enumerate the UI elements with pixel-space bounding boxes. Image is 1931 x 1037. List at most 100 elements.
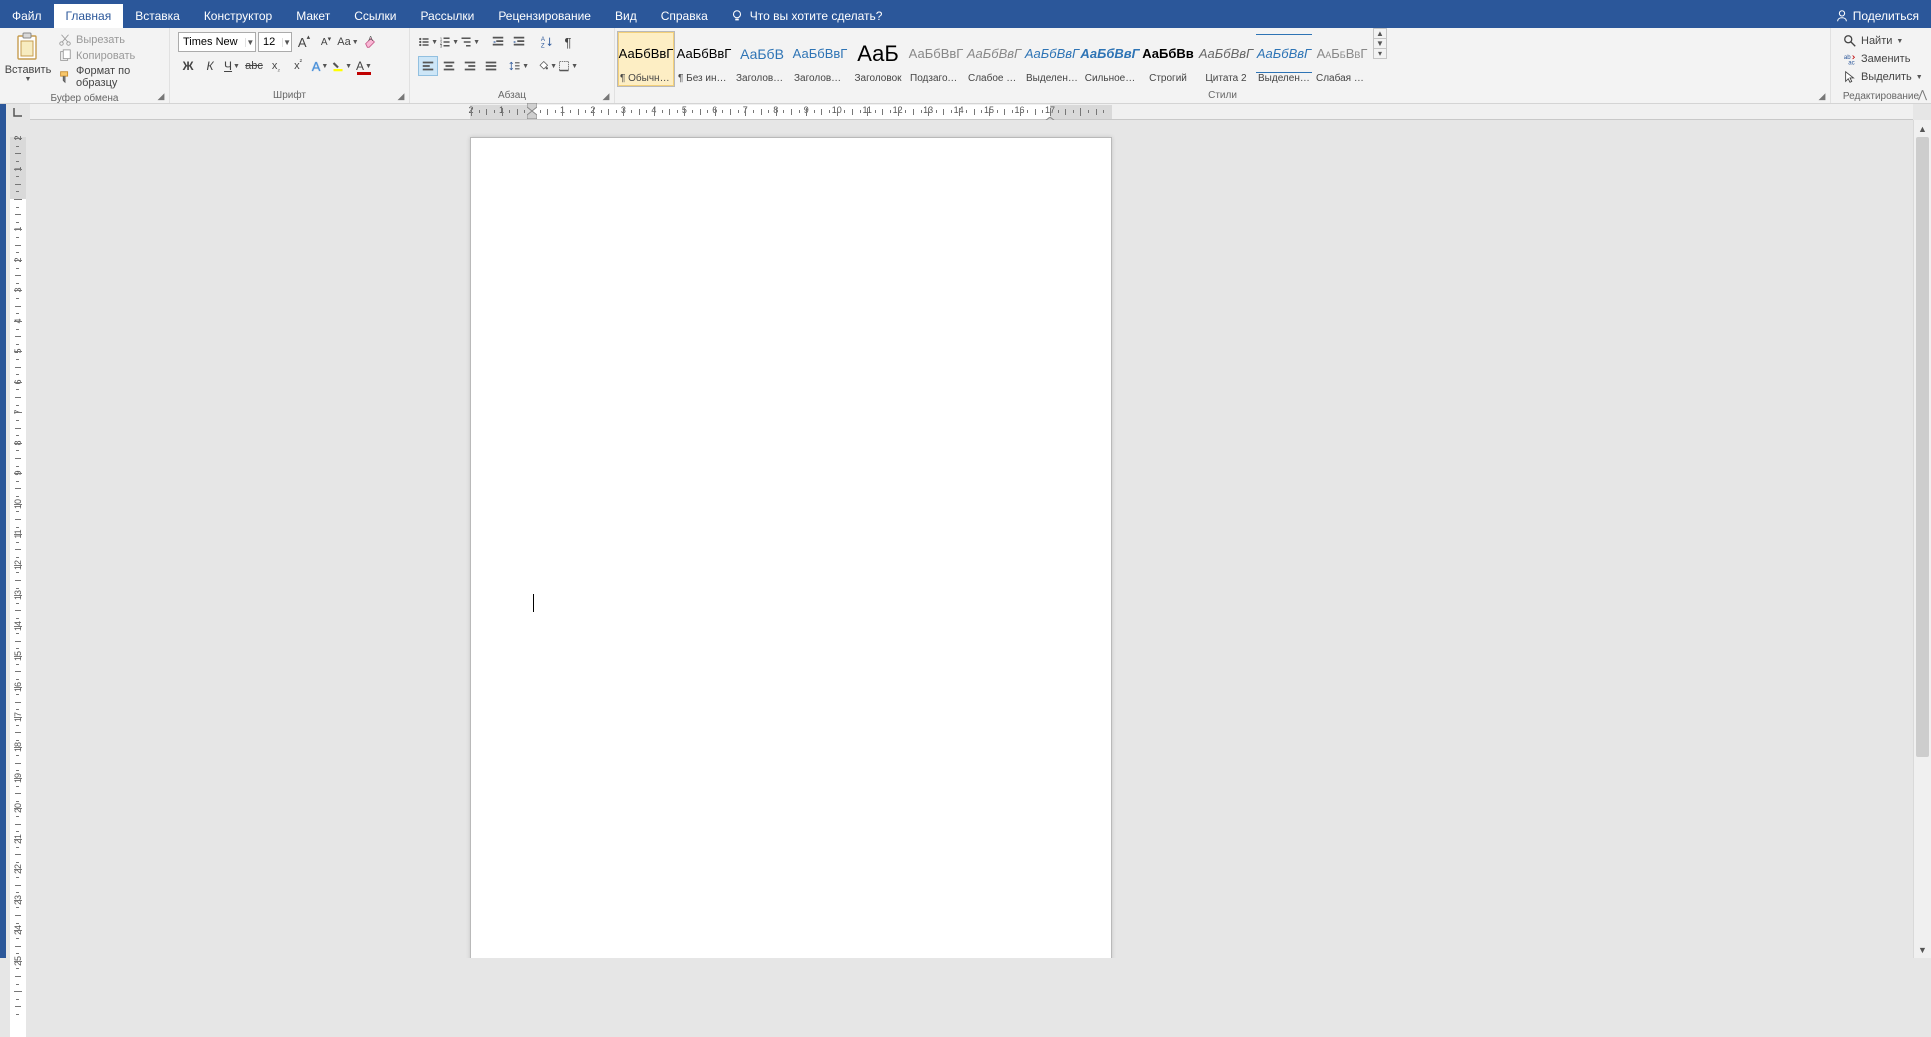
ribbon: Вставить ▼ Вырезать Копировать Формат по… xyxy=(0,28,1931,104)
share-button[interactable]: Поделиться xyxy=(1835,4,1919,28)
align-right-button[interactable] xyxy=(460,56,480,76)
tab-home[interactable]: Главная xyxy=(54,4,124,28)
style-title[interactable]: АаБЗаголовок xyxy=(849,31,907,87)
vertical-ruler[interactable]: 2112345678910111213141516171819202122232… xyxy=(6,120,30,958)
style-label: Цитата 2 xyxy=(1198,73,1254,84)
font-size-input[interactable] xyxy=(259,36,282,48)
tab-references[interactable]: Ссылки xyxy=(342,4,408,28)
decrease-indent-button[interactable] xyxy=(488,32,508,52)
font-name-combo[interactable]: ▼ xyxy=(178,32,256,52)
styles-scroll-up[interactable]: ▲ xyxy=(1374,29,1386,39)
shrink-font-button[interactable]: A▾ xyxy=(316,32,336,52)
subscript-button[interactable]: x₂ xyxy=(266,56,286,76)
style-nospacing[interactable]: АаБбВвГ¶ Без инте… xyxy=(675,31,733,87)
find-button[interactable]: Найти▼ xyxy=(1839,32,1927,50)
multilevel-icon xyxy=(460,35,472,49)
eraser-icon: A xyxy=(363,35,377,49)
style-normal[interactable]: АаБбВвГ¶ Обычный xyxy=(617,31,675,87)
tab-help[interactable]: Справка xyxy=(649,4,720,28)
shading-button[interactable]: ▼ xyxy=(537,56,557,76)
format-painter-button[interactable]: Формат по образцу xyxy=(54,64,165,90)
style-strong[interactable]: АаБбВвСтрогий xyxy=(1139,31,1197,87)
select-button[interactable]: Выделить▼ xyxy=(1839,68,1927,86)
replace-button[interactable]: abac Заменить xyxy=(1839,50,1927,68)
font-size-combo[interactable]: ▼ xyxy=(258,32,292,52)
group-label-paragraph: Абзац xyxy=(410,89,614,103)
style-preview: АаБбВвГ xyxy=(1198,34,1254,73)
style-label: Слабое в… xyxy=(966,73,1022,84)
align-right-icon xyxy=(463,59,477,73)
collapse-ribbon-button[interactable]: ⋀ xyxy=(1918,88,1927,101)
font-name-input[interactable] xyxy=(179,36,245,48)
horizontal-ruler[interactable]: 211234567891011121314151617 xyxy=(30,104,1913,120)
highlight-button[interactable]: ▼ xyxy=(332,56,352,76)
justify-button[interactable] xyxy=(481,56,501,76)
copy-button[interactable]: Копировать xyxy=(54,48,165,64)
font-color-button[interactable]: A▼ xyxy=(354,56,374,76)
style-quote[interactable]: АаБбВвГЦитата 2 xyxy=(1197,31,1255,87)
indent-icon xyxy=(512,35,526,49)
document-page[interactable] xyxy=(470,137,1112,958)
style-h2[interactable]: АаБбВвГЗаголово… xyxy=(791,31,849,87)
group-font: ▼ ▼ A▴ A▾ Aa▼ A Ж К Ч▼ abc x₂ xyxy=(170,28,410,103)
style-intense-emph[interactable]: АаБбВвГСильное… xyxy=(1081,31,1139,87)
styles-launcher[interactable]: ◢ xyxy=(1816,90,1828,102)
increase-indent-button[interactable] xyxy=(509,32,529,52)
tab-review[interactable]: Рецензирование xyxy=(486,4,603,28)
multilevel-list-button[interactable]: ▼ xyxy=(460,32,480,52)
italic-button[interactable]: К xyxy=(200,56,220,76)
find-label: Найти xyxy=(1861,35,1892,47)
change-case-button[interactable]: Aa▼ xyxy=(338,32,358,52)
cut-button[interactable]: Вырезать xyxy=(54,32,165,48)
style-emph[interactable]: АаБбВвГВыделение xyxy=(1023,31,1081,87)
underline-button[interactable]: Ч▼ xyxy=(222,56,242,76)
bold-button[interactable]: Ж xyxy=(178,56,198,76)
scroll-up-button[interactable]: ▲ xyxy=(1914,120,1931,137)
scroll-thumb[interactable] xyxy=(1916,137,1929,757)
show-marks-button[interactable]: ¶ xyxy=(558,32,578,52)
tab-file[interactable]: Файл xyxy=(0,4,54,28)
paragraph-launcher[interactable]: ◢ xyxy=(600,90,612,102)
superscript-button[interactable]: x² xyxy=(288,56,308,76)
font-launcher[interactable]: ◢ xyxy=(395,90,407,102)
style-label: Заголовок xyxy=(850,73,906,84)
clipboard-launcher[interactable]: ◢ xyxy=(155,90,167,102)
tell-me-label: Что вы хотите сделать? xyxy=(750,9,883,23)
cut-label: Вырезать xyxy=(76,34,125,46)
tab-view[interactable]: Вид xyxy=(603,4,649,28)
tab-insert[interactable]: Вставка xyxy=(123,4,192,28)
chevron-down-icon[interactable]: ▼ xyxy=(282,38,291,47)
strikethrough-button[interactable]: abc xyxy=(244,56,264,76)
sort-button[interactable]: AZ xyxy=(537,32,557,52)
vertical-scrollbar[interactable]: ▲ ▼ xyxy=(1913,120,1931,958)
style-subtle-emph[interactable]: АаБбВвГСлабое в… xyxy=(965,31,1023,87)
tab-design[interactable]: Конструктор xyxy=(192,4,284,28)
align-left-icon xyxy=(421,59,435,73)
align-center-button[interactable] xyxy=(439,56,459,76)
numbering-button[interactable]: 123▼ xyxy=(439,32,459,52)
style-intense-quote[interactable]: АаБбВвГВыделенн… xyxy=(1255,31,1313,87)
align-left-button[interactable] xyxy=(418,56,438,76)
bullets-button[interactable]: ▼ xyxy=(418,32,438,52)
style-h1[interactable]: АаБбВЗаголово… xyxy=(733,31,791,87)
style-subtitle[interactable]: АаБбВвГПодзагол… xyxy=(907,31,965,87)
tell-me-search[interactable]: Что вы хотите сделать? xyxy=(730,4,883,28)
outdent-icon xyxy=(491,35,505,49)
tab-selector[interactable] xyxy=(6,104,30,120)
tab-layout[interactable]: Макет xyxy=(284,4,342,28)
text-effects-button[interactable]: A▼ xyxy=(310,56,330,76)
line-spacing-button[interactable]: ▼ xyxy=(509,56,529,76)
style-label: Слабая сс… xyxy=(1314,73,1370,84)
chevron-down-icon[interactable]: ▼ xyxy=(245,38,255,47)
styles-scroll-down[interactable]: ▼ xyxy=(1374,39,1386,49)
grow-font-button[interactable]: A▴ xyxy=(294,32,314,52)
scroll-down-button[interactable]: ▼ xyxy=(1914,941,1931,958)
clear-formatting-button[interactable]: A xyxy=(360,32,380,52)
styles-expand[interactable]: ▾ xyxy=(1374,49,1386,58)
style-label: ¶ Без инте… xyxy=(676,73,732,84)
document-area[interactable] xyxy=(30,120,1913,958)
borders-button[interactable]: ▼ xyxy=(558,56,578,76)
style-subtle-ref[interactable]: АаБбВвГСлабая сс… xyxy=(1313,31,1371,87)
tab-mailings[interactable]: Рассылки xyxy=(408,4,486,28)
paste-button[interactable]: Вставить ▼ xyxy=(4,30,52,85)
